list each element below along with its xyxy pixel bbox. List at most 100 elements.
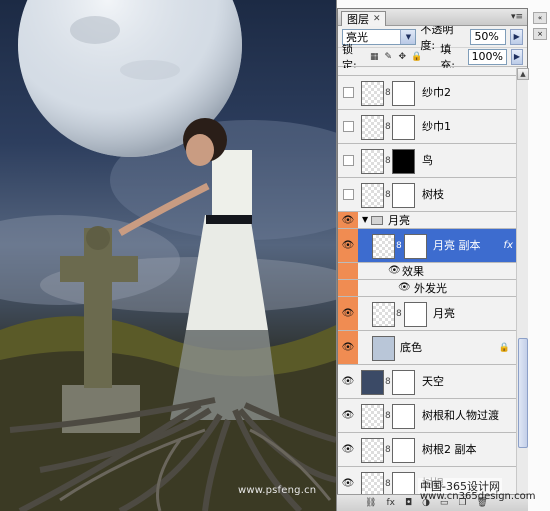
folder-icon bbox=[371, 216, 383, 225]
add-style-icon[interactable]: fx bbox=[386, 498, 395, 508]
close-tab-icon[interactable]: ✕ bbox=[373, 13, 381, 26]
site-watermark-url: www.cn365design.com bbox=[420, 491, 536, 502]
visibility-toggle[interactable]: 👁 bbox=[340, 365, 356, 398]
layer-thumbnail bbox=[372, 234, 395, 259]
lock-icon: 🔒 bbox=[498, 343, 510, 353]
artwork bbox=[0, 0, 336, 511]
lock-paint-icon[interactable]: ✎ bbox=[383, 52, 393, 63]
visibility-toggle[interactable] bbox=[340, 178, 356, 211]
eye-icon: 👁 bbox=[341, 342, 355, 353]
visibility-empty-icon bbox=[342, 87, 354, 98]
layer-row[interactable]: 👁 8 天空 bbox=[338, 365, 516, 399]
opacity-field[interactable]: 50% bbox=[470, 28, 507, 45]
layer-mask-thumbnail bbox=[404, 234, 427, 259]
panel-titlebar: 图层 ✕ ▾≡ bbox=[338, 9, 527, 26]
eye-icon: 👁 bbox=[341, 214, 355, 226]
visibility-toggle[interactable]: 👁 bbox=[338, 229, 358, 262]
visibility-toggle[interactable]: 👁 bbox=[340, 433, 356, 466]
visibility-toggle[interactable]: 👁 bbox=[338, 331, 358, 364]
lock-all-icon[interactable]: 🔒 bbox=[411, 52, 422, 63]
layer-row[interactable]: 👁 底色 🔒 bbox=[338, 331, 516, 365]
layer-mask-thumbnail bbox=[392, 404, 415, 429]
effect-row[interactable]: 👁 外发光 bbox=[338, 280, 516, 297]
visibility-empty-icon bbox=[342, 189, 354, 200]
visibility-empty-icon bbox=[342, 121, 354, 132]
eye-icon[interactable]: 👁 bbox=[398, 282, 411, 293]
layer-group-row[interactable]: 👁 ▼ 月亮 bbox=[338, 212, 516, 229]
panel-menu-icon[interactable]: ▾≡ bbox=[510, 12, 524, 23]
layer-thumbnail bbox=[372, 302, 395, 327]
layer-row[interactable]: 8 树枝 bbox=[338, 178, 516, 212]
layer-name: 底色 bbox=[400, 341, 422, 354]
link-chain-icon: 8 bbox=[385, 479, 391, 489]
visibility-toggle[interactable] bbox=[340, 144, 356, 177]
layer-name: 树根和人物过渡 bbox=[422, 409, 499, 422]
link-chain-icon: 8 bbox=[385, 122, 391, 132]
eye-icon: 👁 bbox=[341, 478, 355, 489]
visibility-empty-icon bbox=[342, 155, 354, 166]
link-chain-icon: 8 bbox=[385, 445, 391, 455]
fill-slider-button[interactable]: ▶ bbox=[511, 49, 523, 65]
layer-name: 月亮 bbox=[433, 307, 455, 320]
link-chain-icon: 8 bbox=[385, 190, 391, 200]
layer-row-selected[interactable]: 👁 8 月亮 副本 fx bbox=[338, 229, 516, 263]
scroll-up-icon[interactable]: ▲ bbox=[517, 68, 529, 80]
collapse-dock-icon[interactable]: « bbox=[533, 12, 547, 24]
layer-name: 鸟 bbox=[422, 154, 433, 167]
visibility-toggle[interactable] bbox=[340, 110, 356, 143]
canvas-watermark: www.psfeng.cn bbox=[238, 485, 317, 496]
layer-row[interactable]: 8 纱巾1 bbox=[338, 110, 516, 144]
layer-row[interactable]: 👁 8 树根2 副本 bbox=[338, 433, 516, 467]
eye-icon: 👁 bbox=[341, 410, 355, 421]
fill-field[interactable]: 100% bbox=[467, 49, 508, 65]
scrollbar-thumb[interactable] bbox=[518, 338, 528, 448]
eye-icon[interactable]: 👁 bbox=[388, 265, 401, 276]
link-chain-icon: 8 bbox=[396, 241, 402, 251]
layer-thumbnail bbox=[361, 183, 384, 208]
layer-row[interactable]: 👁 8 月亮 bbox=[338, 297, 516, 331]
layer-mask-thumbnail bbox=[392, 115, 415, 140]
visibility-toggle[interactable]: 👁 bbox=[338, 297, 358, 330]
add-mask-icon[interactable]: ◘ bbox=[405, 498, 412, 508]
visibility-toggle[interactable] bbox=[338, 280, 358, 296]
layer-thumbnail bbox=[361, 438, 384, 463]
blend-opacity-row: 亮光 ▼ 不透明度: 50% ▶ bbox=[338, 23, 527, 52]
group-name: 月亮 bbox=[388, 214, 410, 227]
tab-layers[interactable]: 图层 ✕ bbox=[341, 11, 386, 26]
document-canvas[interactable]: www.psfeng.cn bbox=[0, 0, 336, 511]
effects-row[interactable]: 👁 效果 bbox=[338, 263, 516, 280]
visibility-toggle[interactable] bbox=[340, 76, 356, 109]
link-chain-icon: 8 bbox=[385, 411, 391, 421]
fx-icon[interactable]: fx bbox=[504, 240, 513, 251]
layer-list-scrollbar[interactable]: ▲ bbox=[516, 68, 529, 511]
visibility-toggle[interactable] bbox=[338, 263, 358, 279]
lock-transparent-icon[interactable]: ▦ bbox=[369, 52, 379, 63]
opacity-slider-button[interactable]: ▶ bbox=[510, 28, 524, 45]
layer-row[interactable]: 8 鸟 bbox=[338, 144, 516, 178]
link-chain-icon: 8 bbox=[396, 309, 402, 319]
layer-mask-thumbnail bbox=[392, 438, 415, 463]
link-chain-icon: 8 bbox=[385, 156, 391, 166]
layer-name: 纱巾1 bbox=[422, 120, 451, 133]
eye-icon: 👁 bbox=[341, 240, 355, 251]
layer-row[interactable]: 👁 8 树根和人物过渡 bbox=[338, 399, 516, 433]
layer-thumbnail bbox=[361, 115, 384, 140]
chevron-down-icon[interactable]: ▼ bbox=[400, 29, 416, 44]
layer-mask-thumbnail bbox=[404, 302, 427, 327]
layer-thumbnail bbox=[361, 81, 384, 106]
link-chain-icon: 8 bbox=[385, 377, 391, 387]
layer-row[interactable]: 8 纱巾2 bbox=[338, 76, 516, 110]
layer-row-partial[interactable] bbox=[338, 68, 516, 76]
layer-mask-thumbnail bbox=[392, 149, 415, 174]
layer-mask-thumbnail bbox=[392, 370, 415, 395]
link-layers-icon[interactable]: ⛓ bbox=[365, 498, 376, 508]
visibility-toggle[interactable]: 👁 bbox=[338, 212, 358, 228]
visibility-toggle[interactable]: 👁 bbox=[340, 399, 356, 432]
visibility-toggle[interactable] bbox=[340, 68, 356, 75]
expand-triangle-icon[interactable]: ▼ bbox=[362, 215, 368, 224]
effect-label: 外发光 bbox=[414, 282, 447, 295]
close-dock-icon[interactable]: × bbox=[533, 28, 547, 40]
lock-position-icon[interactable]: ✥ bbox=[397, 52, 407, 63]
layer-name: 树枝 bbox=[422, 188, 444, 201]
layer-name: 纱巾2 bbox=[422, 86, 451, 99]
